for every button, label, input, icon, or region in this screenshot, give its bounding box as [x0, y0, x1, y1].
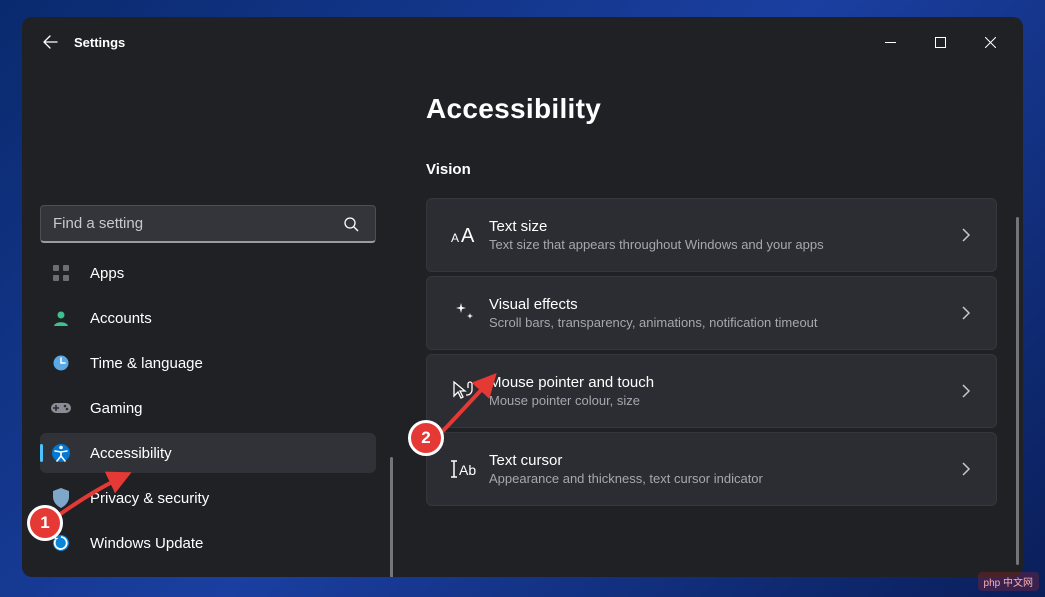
- chevron-right-icon: [954, 384, 978, 398]
- card-visual-effects[interactable]: Visual effects Scroll bars, transparency…: [426, 276, 997, 350]
- content-area: Accessibility Vision AA Text size Text s…: [394, 67, 1023, 577]
- chevron-right-icon: [954, 306, 978, 320]
- pointer-icon: [441, 380, 489, 402]
- minimize-icon: [885, 37, 896, 48]
- card-subtitle: Appearance and thickness, text cursor in…: [489, 471, 954, 486]
- sidebar-item-accessibility[interactable]: Accessibility: [40, 433, 376, 473]
- svg-text:Ab: Ab: [459, 462, 476, 478]
- titlebar: Settings: [22, 17, 1023, 67]
- minimize-button[interactable]: [865, 25, 915, 60]
- chevron-right-icon: [954, 228, 978, 242]
- card-subtitle: Text size that appears throughout Window…: [489, 237, 954, 252]
- nav-label: Gaming: [90, 400, 143, 417]
- section-header: Vision: [426, 161, 997, 178]
- nav-label: Apps: [90, 265, 124, 282]
- svg-text:A: A: [451, 231, 459, 245]
- settings-window: Settings: [22, 17, 1023, 577]
- search-icon: [343, 216, 359, 232]
- gaming-icon: [50, 397, 72, 419]
- nav-label: Privacy & security: [90, 490, 209, 507]
- shield-icon: [50, 487, 72, 509]
- update-icon: [50, 532, 72, 554]
- nav-label: Accessibility: [90, 445, 172, 462]
- sidebar-item-accounts[interactable]: Accounts: [40, 298, 376, 338]
- maximize-button[interactable]: [915, 25, 965, 60]
- text-cursor-icon: Ab: [441, 459, 489, 479]
- card-title: Text cursor: [489, 452, 954, 469]
- sidebar-item-apps[interactable]: Apps: [40, 253, 376, 293]
- nav-label: Accounts: [90, 310, 152, 327]
- card-title: Visual effects: [489, 296, 954, 313]
- cards-list: AA Text size Text size that appears thro…: [426, 198, 997, 506]
- text-size-icon: AA: [441, 224, 489, 246]
- card-text-cursor[interactable]: Ab Text cursor Appearance and thickness,…: [426, 432, 997, 506]
- window-controls: [865, 25, 1015, 60]
- close-button[interactable]: [965, 25, 1015, 60]
- watermark: php 中文网: [978, 572, 1039, 591]
- sidebar-item-privacy[interactable]: Privacy & security: [40, 478, 376, 518]
- card-text-size[interactable]: AA Text size Text size that appears thro…: [426, 198, 997, 272]
- arrow-left-icon: [42, 34, 58, 50]
- svg-text:A: A: [461, 225, 475, 246]
- card-mouse-pointer[interactable]: Mouse pointer and touch Mouse pointer co…: [426, 354, 997, 428]
- maximize-icon: [935, 37, 946, 48]
- nav-label: Windows Update: [90, 535, 203, 552]
- search-button[interactable]: [327, 206, 375, 241]
- content-scrollbar[interactable]: [1016, 217, 1019, 565]
- clock-icon: [50, 352, 72, 374]
- sidebar: Apps Accounts Time & language: [22, 67, 394, 577]
- card-subtitle: Mouse pointer colour, size: [489, 393, 954, 408]
- window-title: Settings: [74, 35, 865, 50]
- sidebar-item-gaming[interactable]: Gaming: [40, 388, 376, 428]
- sparkle-icon: [441, 301, 489, 325]
- sidebar-scrollbar[interactable]: [390, 457, 393, 577]
- chevron-right-icon: [954, 462, 978, 476]
- page-title: Accessibility: [426, 93, 997, 125]
- nav-list: Apps Accounts Time & language: [40, 253, 376, 563]
- sidebar-item-time[interactable]: Time & language: [40, 343, 376, 383]
- accessibility-icon: [50, 442, 72, 464]
- nav-label: Time & language: [90, 355, 203, 372]
- apps-icon: [50, 262, 72, 284]
- close-icon: [985, 37, 996, 48]
- card-title: Text size: [489, 218, 954, 235]
- search-input[interactable]: [41, 215, 327, 232]
- card-title: Mouse pointer and touch: [489, 374, 954, 391]
- back-button[interactable]: [30, 22, 70, 62]
- accounts-icon: [50, 307, 72, 329]
- search-box[interactable]: [40, 205, 376, 243]
- card-subtitle: Scroll bars, transparency, animations, n…: [489, 315, 954, 330]
- sidebar-item-update[interactable]: Windows Update: [40, 523, 376, 563]
